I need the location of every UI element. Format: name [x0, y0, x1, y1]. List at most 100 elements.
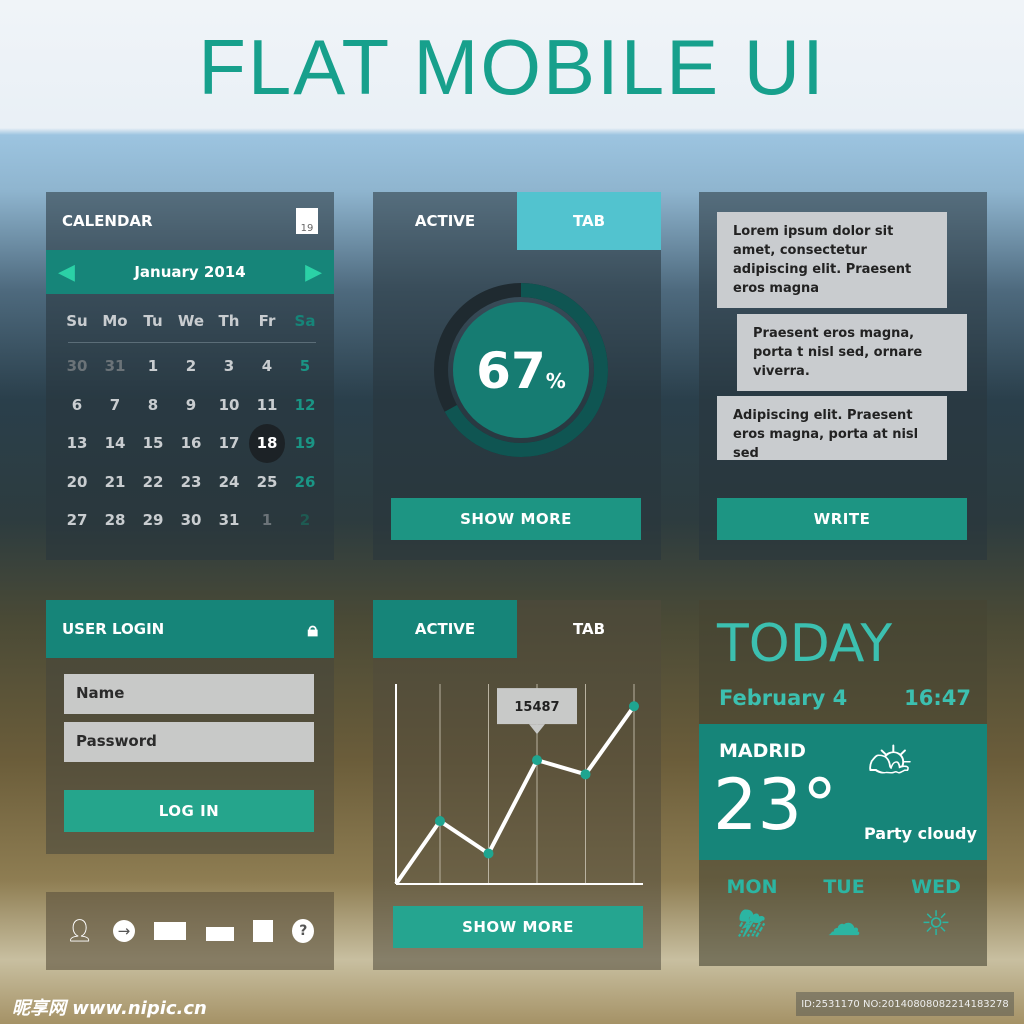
calendar-header: CALENDAR 19 — [46, 192, 334, 250]
temperature: 23° — [713, 764, 838, 846]
watermark-site: 昵享网 www.nipic.cn — [12, 998, 207, 1019]
calendar-day[interactable]: 29 — [134, 501, 172, 540]
rain-sun-icon: ⛈︎ — [738, 904, 766, 944]
arrow-right-circle-icon[interactable]: → — [112, 920, 135, 942]
calendar-day[interactable]: 30 — [58, 347, 96, 386]
calendar-day[interactable]: 2 — [286, 501, 324, 540]
progress-unit: % — [545, 369, 566, 393]
login-button[interactable]: LOG IN — [64, 790, 314, 832]
calendar-day[interactable]: 31 — [96, 347, 134, 386]
calendar-day[interactable]: 6 — [58, 386, 96, 425]
chat-bubble: Adipiscing elit. Praesent eros magna, po… — [717, 396, 947, 461]
calendar-day[interactable]: 1 — [134, 347, 172, 386]
calendar-title: CALENDAR — [62, 212, 153, 230]
calendar-day[interactable]: 18 — [249, 424, 285, 463]
write-button[interactable]: WRITE — [717, 498, 967, 540]
login-panel: USER LOGIN 🔒︎ Name Password LOG IN — [46, 600, 334, 854]
watermark-id: ID:2531170 NO:20140808082214183278 — [796, 992, 1014, 1016]
calendar-day[interactable]: 5 — [286, 347, 324, 386]
inbox-icon[interactable] — [205, 927, 234, 941]
forecast-day: WED — [911, 876, 961, 898]
show-more-button[interactable]: SHOW MORE — [393, 906, 643, 948]
time-label: 16:47 — [904, 686, 971, 710]
progress-panel: ACTIVE TAB 67% SHOW MORE — [373, 192, 661, 560]
calendar-icon[interactable]: 19 — [296, 208, 318, 234]
next-month-icon[interactable]: ▶ — [305, 260, 322, 285]
calendar-day[interactable]: 17 — [210, 424, 248, 463]
icon-bar: 👤︎ → ? — [46, 892, 334, 970]
tab-other[interactable]: TAB — [517, 600, 661, 658]
calendar-day[interactable]: 23 — [172, 463, 210, 502]
chart-panel: ACTIVE TAB 15487 SHOW MORE — [373, 600, 661, 970]
date-label: February 4 — [719, 686, 848, 710]
tab-active[interactable]: ACTIVE — [373, 600, 517, 658]
calendar-day[interactable]: 20 — [58, 463, 96, 502]
calendar-day[interactable]: 21 — [96, 463, 134, 502]
chat-bubble: Lorem ipsum dolor sit amet, consectetur … — [717, 212, 947, 308]
calendar-day[interactable]: 10 — [210, 386, 248, 425]
calendar-day[interactable]: 8 — [134, 386, 172, 425]
tab-active[interactable]: ACTIVE — [373, 192, 517, 250]
calendar-day[interactable]: 4 — [248, 347, 286, 386]
login-header: USER LOGIN 🔒︎ — [46, 600, 334, 658]
show-more-button[interactable]: SHOW MORE — [391, 498, 641, 540]
weekday-label: We — [177, 312, 205, 331]
calendar-day[interactable]: 7 — [96, 386, 134, 425]
cloud-icon: ☁︎ — [827, 904, 861, 944]
calendar-day[interactable]: 11 — [248, 386, 286, 425]
calendar-day[interactable]: 28 — [96, 501, 134, 540]
calendar-day[interactable]: 30 — [172, 501, 210, 540]
calendar-day[interactable]: 12 — [286, 386, 324, 425]
today-label: TODAY — [717, 614, 893, 674]
line-chart: 15487 — [394, 684, 643, 886]
forecast-day: MON — [726, 876, 778, 898]
calendar-day[interactable]: 19 — [286, 424, 324, 463]
weekday-row: Su Mo Tu We Th Fr Sa — [58, 302, 324, 341]
month-label: January 2014 — [134, 263, 246, 281]
help-icon[interactable]: ? — [292, 919, 315, 943]
calendar-day[interactable]: 13 — [58, 424, 96, 463]
calendar-day[interactable]: 9 — [172, 386, 210, 425]
calendar-day[interactable]: 25 — [248, 463, 286, 502]
weather-panel: TODAY February 4 16:47 MADRID 23° ⛅︎ Par… — [699, 600, 987, 966]
month-bar: ◀ January 2014 ▶ — [46, 250, 334, 294]
calendar-day[interactable]: 27 — [58, 501, 96, 540]
weekday-label: Su — [66, 312, 88, 331]
tooltip-pointer — [529, 724, 545, 735]
progress-value: 67% — [433, 342, 609, 400]
calendar-day[interactable]: 16 — [172, 424, 210, 463]
prev-month-icon[interactable]: ◀ — [58, 260, 75, 285]
name-input[interactable]: Name — [64, 674, 314, 714]
user-icon[interactable]: 👤︎ — [66, 919, 94, 944]
password-input[interactable]: Password — [64, 722, 314, 762]
calendar-day[interactable]: 1 — [248, 501, 286, 540]
calendar-day[interactable]: 22 — [134, 463, 172, 502]
mail-icon[interactable] — [154, 922, 187, 940]
page-title: FLAT MOBILE UI — [198, 23, 826, 111]
calendar-day[interactable]: 14 — [96, 424, 134, 463]
calendar-day[interactable]: 31 — [210, 501, 248, 540]
current-weather: MADRID 23° ⛅︎ Party cloudy — [699, 724, 987, 860]
series-line — [394, 705, 636, 886]
days-grid: 30 31 1 2 3 4 5 6 7 8 9 10 11 12 13 14 15 16 17 18 19 20 21 22 2… — [58, 347, 324, 540]
lock-icon: 🔒︎ — [307, 617, 318, 641]
data-point — [532, 755, 542, 766]
tooltip-label: 15487 — [514, 700, 559, 715]
calendar-day[interactable]: 3 — [210, 347, 248, 386]
calendar-day[interactable]: 26 — [286, 463, 324, 502]
data-point — [435, 816, 445, 827]
tab-other[interactable]: TAB — [517, 192, 661, 250]
calendar-panel: CALENDAR 19 ◀ January 2014 ▶ Su Mo Tu We Th F… — [46, 192, 334, 560]
condition-label: Party cloudy — [864, 824, 977, 843]
tag-icon[interactable] — [252, 920, 273, 942]
partly-cloudy-icon: ⛅︎ — [867, 738, 912, 803]
weekday-label: Fr — [258, 312, 276, 331]
weekday-label: Sa — [294, 312, 316, 331]
calendar-day[interactable]: 2 — [172, 347, 210, 386]
sun-icon: ☼ — [920, 904, 952, 944]
calendar-day[interactable]: 24 — [210, 463, 248, 502]
login-title: USER LOGIN — [62, 620, 165, 638]
progress-number: 67 — [476, 342, 546, 400]
weekday-label: Th — [218, 312, 240, 331]
calendar-day[interactable]: 15 — [134, 424, 172, 463]
